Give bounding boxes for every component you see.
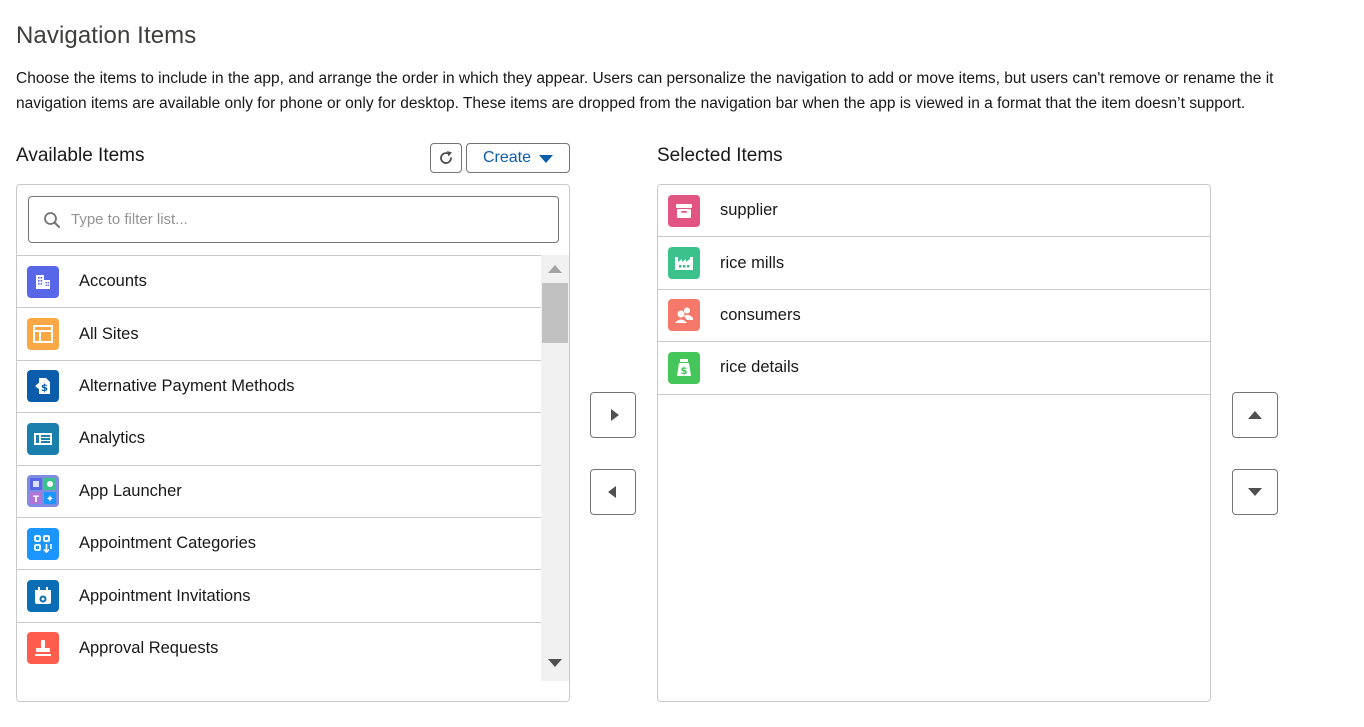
item-label: All Sites [79, 324, 139, 343]
available-item-approval-requests[interactable]: Approval Requests [17, 623, 541, 673]
arrow-right-icon [610, 409, 619, 421]
move-up-button[interactable] [1232, 392, 1278, 438]
selected-item-rice-details[interactable]: $ rice details [658, 342, 1210, 395]
selected-items-panel: supplier rice mills consumers $ rice det… [657, 184, 1211, 702]
item-label: Appointment Categories [79, 534, 257, 553]
item-label: App Launcher [79, 481, 182, 500]
search-icon [44, 211, 60, 228]
item-label: Approval Requests [79, 638, 219, 657]
available-item-appointment-categories[interactable]: Appointment Categories [17, 518, 541, 571]
arrow-down-icon [1248, 488, 1262, 496]
available-item-analytics[interactable]: Analytics [17, 413, 541, 466]
refresh-icon [440, 151, 452, 164]
selected-item-rice-mills[interactable]: rice mills [658, 237, 1210, 290]
scroll-up-arrow-icon[interactable] [548, 265, 562, 273]
item-label: rice mills [720, 253, 785, 272]
available-item-appointment-invitations[interactable]: Appointment Invitations [17, 570, 541, 623]
available-items-label: Available Items [16, 145, 145, 166]
appointment-categories-icon [27, 527, 59, 560]
appointment-invitations-icon [27, 580, 59, 613]
available-item-all-sites[interactable]: All Sites [17, 308, 541, 361]
item-label: consumers [720, 305, 801, 324]
move-down-button[interactable] [1232, 469, 1278, 515]
scroll-down-arrow-icon[interactable] [548, 659, 562, 667]
svg-text:T: T [33, 495, 40, 505]
available-item-accounts[interactable]: Accounts [17, 256, 541, 309]
scroll-thumb[interactable] [542, 283, 568, 343]
item-label: Accounts [79, 272, 147, 291]
navigation-items-page: Navigation Items Choose the items to inc… [0, 0, 1364, 727]
page-description: Choose the items to include in the app, … [16, 66, 1364, 116]
arrow-left-icon [607, 486, 616, 498]
move-to-available-button[interactable] [590, 469, 636, 515]
payment-methods-icon: $ [27, 370, 59, 403]
analytics-icon [27, 422, 59, 455]
refresh-button[interactable] [430, 143, 462, 173]
description-line-2: navigation items are available only for … [16, 95, 1246, 112]
available-item-app-launcher[interactable]: T ✦ App Launcher [17, 466, 541, 518]
filter-input[interactable] [71, 211, 541, 228]
factory-icon [668, 247, 700, 280]
available-list-scrollbar[interactable] [541, 255, 569, 681]
selected-item-supplier[interactable]: supplier [658, 185, 1210, 238]
available-items-panel: Accounts All Sites $ [16, 184, 570, 702]
page-title: Navigation Items [16, 22, 197, 49]
archive-icon [668, 194, 700, 227]
approval-requests-icon [27, 632, 59, 665]
app-launcher-icon: T ✦ [27, 475, 59, 508]
available-item-alternative-payment-methods[interactable]: $ Alternative Payment Methods [17, 361, 541, 414]
filter-search-box[interactable] [28, 196, 559, 243]
selected-items-label: Selected Items [657, 145, 783, 166]
money-bag-icon: $ [668, 351, 700, 384]
svg-text:$: $ [41, 383, 48, 394]
item-label: Analytics [79, 429, 146, 448]
selected-item-consumers[interactable]: consumers [658, 290, 1210, 343]
item-label: supplier [720, 201, 778, 220]
sites-icon [27, 318, 59, 351]
arrow-up-icon [1248, 411, 1262, 419]
selected-items-list: supplier rice mills consumers $ rice det… [658, 185, 1210, 395]
item-label: rice details [720, 358, 799, 377]
svg-text:✦: ✦ [46, 494, 54, 505]
people-icon [668, 299, 700, 332]
create-button-label: Create [482, 149, 532, 166]
item-label: Appointment Invitations [79, 586, 251, 605]
item-label: Alternative Payment Methods [79, 376, 295, 395]
svg-text:$: $ [681, 366, 688, 377]
description-line-1: Choose the items to include in the app, … [16, 70, 1274, 87]
move-to-selected-button[interactable] [590, 392, 636, 438]
create-button[interactable]: Create [466, 143, 570, 173]
available-items-list: Accounts All Sites $ Alternative Payment… [17, 255, 541, 673]
caret-down-icon [539, 155, 554, 163]
accounts-icon [27, 265, 59, 298]
